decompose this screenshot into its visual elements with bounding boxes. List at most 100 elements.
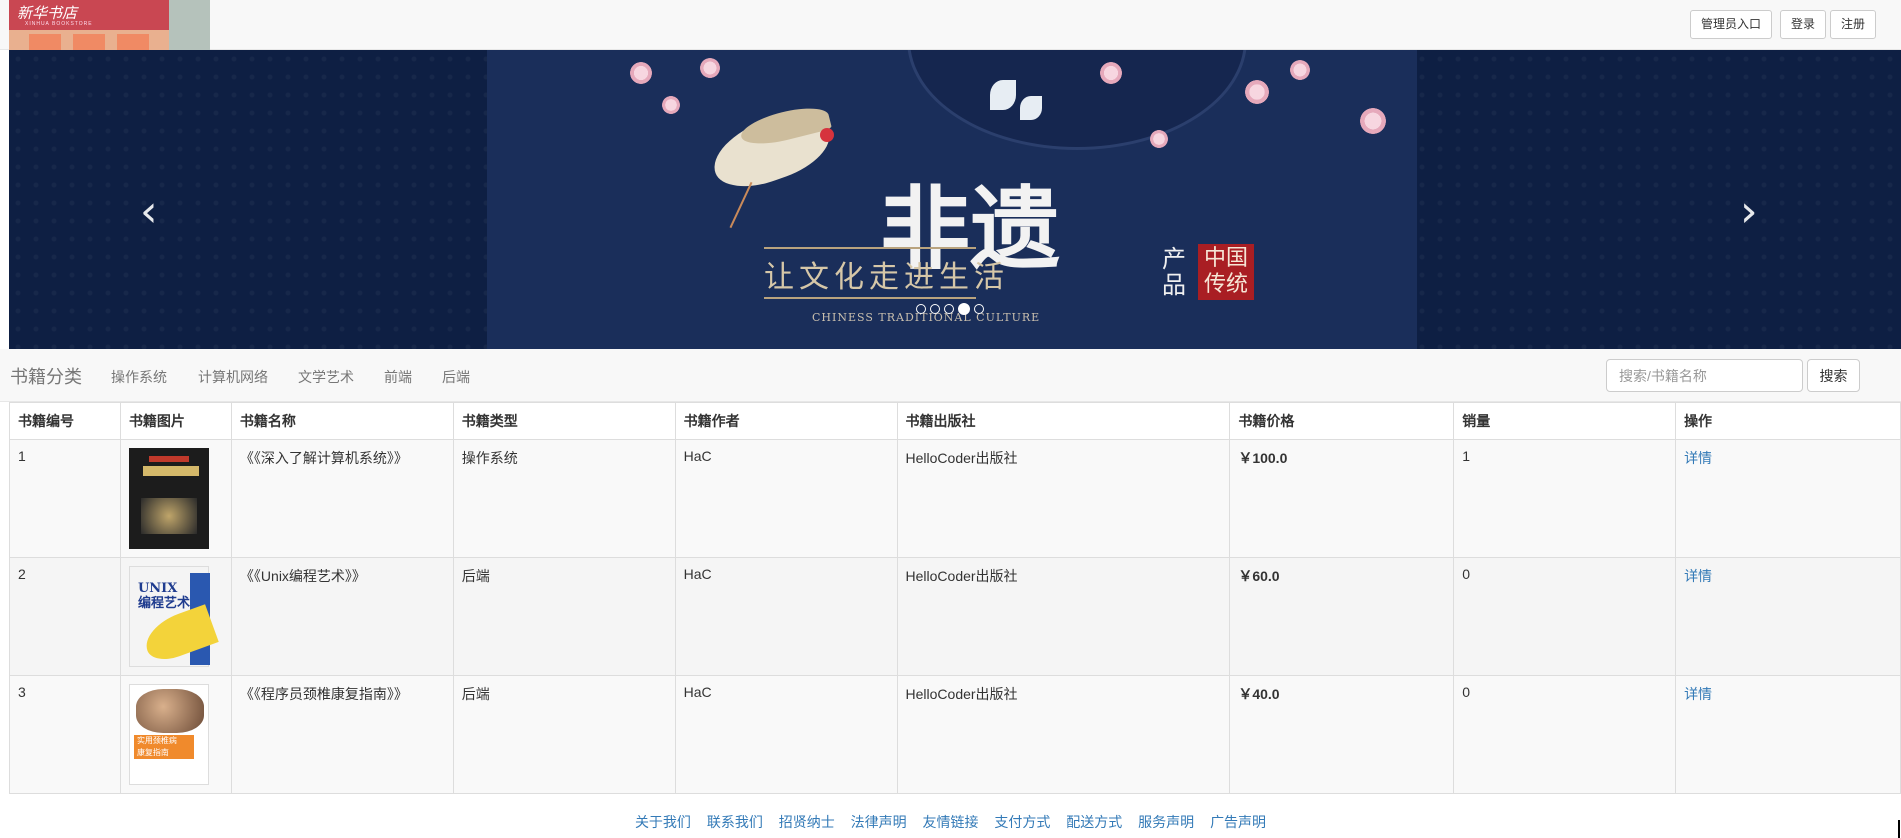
- carousel-prev-arrow-icon[interactable]: ‹: [140, 186, 158, 237]
- category-item-backend[interactable]: 后端: [442, 367, 470, 387]
- carousel-dot-4[interactable]: [958, 303, 970, 315]
- book-cover-image[interactable]: UNIX 编程艺术: [128, 566, 219, 667]
- footer-link-about[interactable]: 关于我们: [635, 814, 691, 830]
- book-author: HaC: [674, 439, 898, 558]
- column-header-id: 书籍编号: [9, 402, 121, 440]
- book-cover-image[interactable]: 实用颈椎病 康复指南: [128, 684, 209, 785]
- book-publisher: HelloCoder出版社: [896, 439, 1231, 558]
- blossom-decoration: [662, 96, 680, 114]
- column-header-price: 书籍价格: [1229, 402, 1455, 440]
- category-item-frontend[interactable]: 前端: [384, 367, 412, 387]
- logo-subtext: XINHUA BOOKSTORE: [25, 21, 93, 27]
- footer-link-contact[interactable]: 联系我们: [707, 814, 763, 830]
- category-item-network[interactable]: 计算机网络: [198, 367, 268, 387]
- footer-link-legal[interactable]: 法律声明: [851, 814, 907, 830]
- bookstore-logo[interactable]: 新华书店 XINHUA BOOKSTORE: [9, 0, 210, 50]
- action-cell: 详情: [1675, 675, 1901, 794]
- action-cell: 详情: [1675, 557, 1901, 676]
- book-publisher: HelloCoder出版社: [896, 675, 1231, 794]
- category-item-os[interactable]: 操作系统: [111, 367, 167, 387]
- category-item-literature[interactable]: 文学艺术: [298, 367, 354, 387]
- footer-link-friends[interactable]: 友情链接: [923, 814, 979, 830]
- footer-links: 关于我们 联系我们 招贤纳士 法律声明 友情链接 支付方式 配送方式 服务声明 …: [0, 812, 1901, 832]
- column-header-image: 书籍图片: [119, 402, 232, 440]
- book-image-cell: 实用颈椎病 康复指南: [119, 675, 232, 794]
- column-header-author: 书籍作者: [674, 402, 898, 440]
- book-name: 《《深入了解计算机系统》》: [230, 439, 454, 558]
- leaf-decoration: [1020, 96, 1042, 120]
- carousel-indicators: [916, 303, 984, 315]
- book-type: 后端: [452, 675, 676, 794]
- book-name: 《《程序员颈椎康复指南》》: [230, 675, 454, 794]
- logo-building: [9, 30, 169, 50]
- logo-wall: [169, 0, 210, 50]
- column-header-publisher: 书籍出版社: [896, 402, 1231, 440]
- seal-text: 中国传统: [1203, 246, 1248, 297]
- detail-link[interactable]: 详情: [1684, 686, 1712, 702]
- table-row: 1 《《深入了解计算机系统》》 操作系统 HaC HelloCoder出版社 ￥…: [9, 439, 1901, 558]
- book-price: ￥40.0: [1229, 675, 1455, 794]
- blossom-decoration: [1245, 80, 1269, 104]
- text-cursor: [1898, 820, 1900, 838]
- register-button[interactable]: 注册: [1830, 10, 1877, 39]
- footer-link-delivery[interactable]: 配送方式: [1066, 814, 1122, 830]
- book-sales: 1: [1453, 439, 1677, 558]
- carousel-dot-2[interactable]: [930, 304, 940, 314]
- search-button[interactable]: 搜索: [1807, 359, 1860, 392]
- books-table: 书籍编号 书籍图片 书籍名称 书籍类型 书籍作者 书籍出版社 书籍价格 销量 操…: [9, 402, 1901, 794]
- footer-link-ads[interactable]: 广告声明: [1210, 814, 1266, 830]
- embroidery-medallion: [907, 50, 1247, 150]
- crane-head: [820, 128, 834, 142]
- book-type: 操作系统: [452, 439, 676, 558]
- book-cover-image[interactable]: [128, 448, 209, 549]
- blossom-decoration: [700, 58, 720, 78]
- blossom-decoration: [1360, 108, 1386, 134]
- book-publisher: HelloCoder出版社: [896, 557, 1231, 676]
- blossom-decoration: [630, 62, 652, 84]
- column-header-action: 操作: [1675, 402, 1901, 440]
- carousel-dot-5[interactable]: [974, 304, 984, 314]
- book-author: HaC: [674, 675, 898, 794]
- book-type: 后端: [452, 557, 676, 676]
- blossom-decoration: [1150, 130, 1168, 148]
- banner-slogan: 让文化走进生活: [764, 260, 1009, 295]
- admin-entry-button[interactable]: 管理员入口: [1690, 10, 1773, 39]
- column-header-type: 书籍类型: [452, 402, 676, 440]
- footer-link-payment[interactable]: 支付方式: [994, 814, 1050, 830]
- category-title: 书籍分类: [10, 367, 82, 387]
- table-header-row: 书籍编号 书籍图片 书籍名称 书籍类型 书籍作者 书籍出版社 书籍价格 销量 操…: [9, 402, 1901, 440]
- column-header-sales: 销量: [1453, 402, 1677, 440]
- slogan-rule: [764, 247, 976, 249]
- column-header-name: 书籍名称: [230, 402, 454, 440]
- banner-side-text: 产品: [1162, 245, 1186, 299]
- book-id: 2: [9, 557, 121, 676]
- detail-link[interactable]: 详情: [1684, 568, 1712, 584]
- slogan-rule: [764, 297, 976, 299]
- book-price: ￥100.0: [1229, 439, 1455, 558]
- table-row: 3 实用颈椎病 康复指南 《《程序员颈椎康复指南》》 后端 HaC HelloCo…: [9, 675, 1901, 794]
- book-name: 《《Unix编程艺术》》: [230, 557, 454, 676]
- book-image-cell: UNIX 编程艺术: [119, 557, 232, 676]
- detail-link[interactable]: 详情: [1684, 450, 1712, 466]
- book-id: 1: [9, 439, 121, 558]
- red-seal-stamp: 中国传统: [1198, 244, 1254, 300]
- book-sales: 0: [1453, 557, 1677, 676]
- book-search-input[interactable]: [1606, 359, 1803, 392]
- book-sales: 0: [1453, 675, 1677, 794]
- top-navbar: 新华书店 XINHUA BOOKSTORE 管理员入口 登录 注册: [0, 0, 1901, 50]
- book-price: ￥60.0: [1229, 557, 1455, 676]
- carousel-next-arrow-icon[interactable]: ›: [1740, 186, 1758, 237]
- leaf-decoration: [990, 80, 1016, 110]
- login-button[interactable]: 登录: [1780, 10, 1827, 39]
- blossom-decoration: [1290, 60, 1310, 80]
- book-image-cell: [119, 439, 232, 558]
- book-author: HaC: [674, 557, 898, 676]
- footer-link-careers[interactable]: 招贤纳士: [779, 814, 835, 830]
- table-row: 2 UNIX 编程艺术 《《Unix编程艺术》》 后端 HaC HelloCode…: [9, 557, 1901, 676]
- footer-link-service[interactable]: 服务声明: [1138, 814, 1194, 830]
- action-cell: 详情: [1675, 439, 1901, 558]
- book-id: 3: [9, 675, 121, 794]
- blossom-decoration: [1100, 62, 1122, 84]
- carousel-dot-1[interactable]: [916, 304, 926, 314]
- carousel-dot-3[interactable]: [944, 304, 954, 314]
